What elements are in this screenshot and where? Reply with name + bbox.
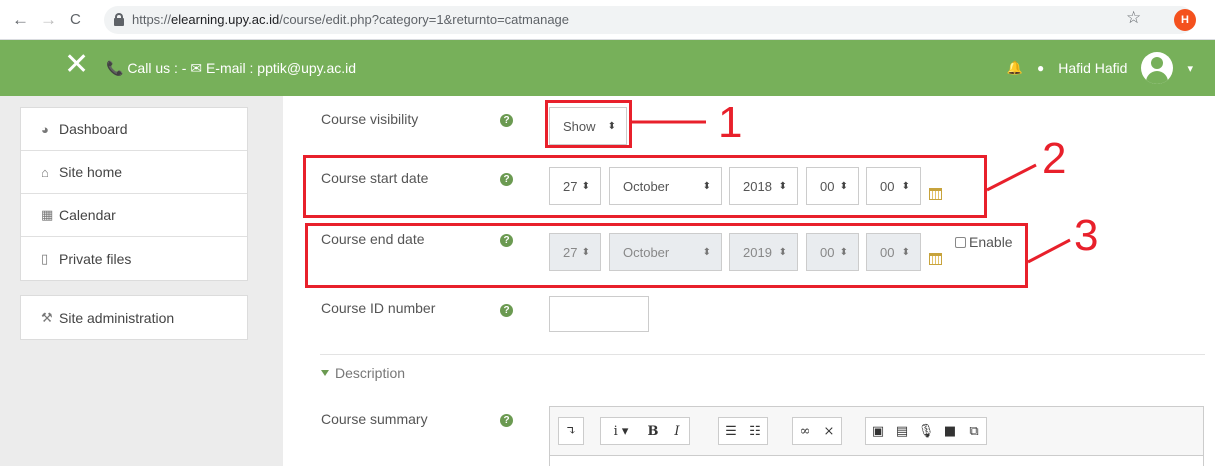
page: ← → C https://elearning.upy.ac.id/course… (0, 0, 1215, 466)
calendar-icon: ▦ (41, 207, 54, 222)
bell-icon[interactable]: 🔔 (1007, 60, 1023, 76)
forward-arrow-icon[interactable]: → (40, 10, 57, 30)
toolbar-group: ∞ ⨯ (792, 417, 842, 445)
image-icon[interactable]: ▣ (866, 418, 890, 444)
lock-icon (114, 13, 124, 26)
toolbar-group: ↴ (558, 417, 584, 445)
sidebar-admin: ⚒ Site administration (20, 295, 248, 340)
course-visibility-label: Course visibility (321, 111, 419, 127)
annotation-pointer-2 (986, 163, 1037, 192)
paragraph-styles-icon[interactable]: i ▾ (601, 418, 641, 444)
chat-icon[interactable]: ● (1037, 61, 1044, 75)
annotation-box-1 (545, 100, 632, 148)
back-arrow-icon[interactable]: ← (12, 10, 29, 30)
record-audio-icon[interactable]: 🎙 (914, 418, 938, 444)
bookmark-star-icon[interactable]: ☆ (1126, 8, 1141, 28)
user-menu-caret-icon[interactable]: ▾ (1187, 62, 1193, 75)
link-icon[interactable]: ∞ (793, 418, 817, 444)
media-icon[interactable]: ▤ (890, 418, 914, 444)
dashboard-icon: ◕ (41, 121, 49, 137)
annotation-box-3 (305, 223, 1028, 288)
description-section-toggle[interactable]: Description (321, 365, 405, 381)
help-icon[interactable]: ? (500, 304, 513, 317)
annotation-box-2 (303, 155, 987, 218)
sidebar-item-private-files[interactable]: ▯ Private files (21, 237, 247, 280)
section-divider (320, 354, 1205, 355)
sidebar-item-site-home[interactable]: ⌂ Site home (21, 151, 247, 194)
toolbar-group: ▣ ▤ 🎙 ■ ⧉ (865, 417, 987, 445)
course-summary-label: Course summary (321, 411, 428, 427)
help-icon[interactable]: ? (500, 114, 513, 127)
annotation-pointer-3 (1027, 238, 1071, 264)
sidebar-item-site-administration[interactable]: ⚒ Site administration (21, 296, 247, 339)
manage-files-icon[interactable]: ⧉ (962, 418, 986, 444)
show-more-buttons-icon[interactable]: ↴ (559, 418, 583, 444)
record-video-icon[interactable]: ■ (938, 418, 962, 444)
close-drawer-icon[interactable]: ✕ (64, 50, 89, 80)
ordered-list-icon[interactable]: ☷ (743, 418, 767, 444)
bold-icon[interactable]: B (641, 418, 665, 444)
site-navbar: ✕ 📞 Call us : - ✉ E-mail : pptik@upy.ac.… (0, 40, 1215, 96)
unordered-list-icon[interactable]: ☰ (719, 418, 743, 444)
browser-toolbar: ← → C https://elearning.upy.ac.id/course… (0, 0, 1215, 40)
help-icon[interactable]: ? (500, 414, 513, 427)
editor-content-area[interactable] (550, 455, 1203, 466)
user-name[interactable]: Hafid Hafid (1058, 60, 1127, 76)
annotation-label-3: 3 (1074, 211, 1099, 260)
annotation-label-2: 2 (1042, 134, 1067, 183)
course-id-number-label: Course ID number (321, 300, 436, 316)
address-bar[interactable]: https://elearning.upy.ac.id/course/edit.… (104, 6, 1194, 34)
collapse-triangle-icon (321, 370, 329, 376)
contact-info: 📞 Call us : - ✉ E-mail : pptik@upy.ac.id (106, 60, 357, 76)
user-menu-area: 🔔 ● Hafid Hafid ▾ (1007, 52, 1193, 84)
sidebar-item-calendar[interactable]: ▦ Calendar (21, 194, 247, 237)
italic-icon[interactable]: I (665, 418, 689, 444)
toolbar-group: i ▾ B I (600, 417, 690, 445)
sidebar-item-dashboard[interactable]: ◕ Dashboard (21, 108, 247, 151)
reload-icon[interactable]: C (70, 10, 81, 30)
file-icon: ▯ (41, 250, 49, 266)
wrench-icon: ⚒ (41, 309, 53, 325)
avatar[interactable] (1141, 52, 1174, 84)
annotation-label-1: 1 (718, 98, 743, 147)
course-summary-editor[interactable]: ↴ i ▾ B I ☰ ☷ ∞ ⨯ ▣ ▤ 🎙 ■ ⧉ (549, 406, 1204, 466)
course-id-number-input[interactable] (549, 296, 649, 332)
unlink-icon[interactable]: ⨯ (817, 418, 841, 444)
url-text: https://elearning.upy.ac.id/course/edit.… (132, 12, 570, 27)
extension-icon[interactable]: H (1174, 9, 1196, 31)
toolbar-group: ☰ ☷ (718, 417, 768, 445)
home-icon: ⌂ (41, 164, 49, 180)
sidebar-nav: ◕ Dashboard ⌂ Site home ▦ Calendar ▯ Private… (20, 107, 248, 281)
